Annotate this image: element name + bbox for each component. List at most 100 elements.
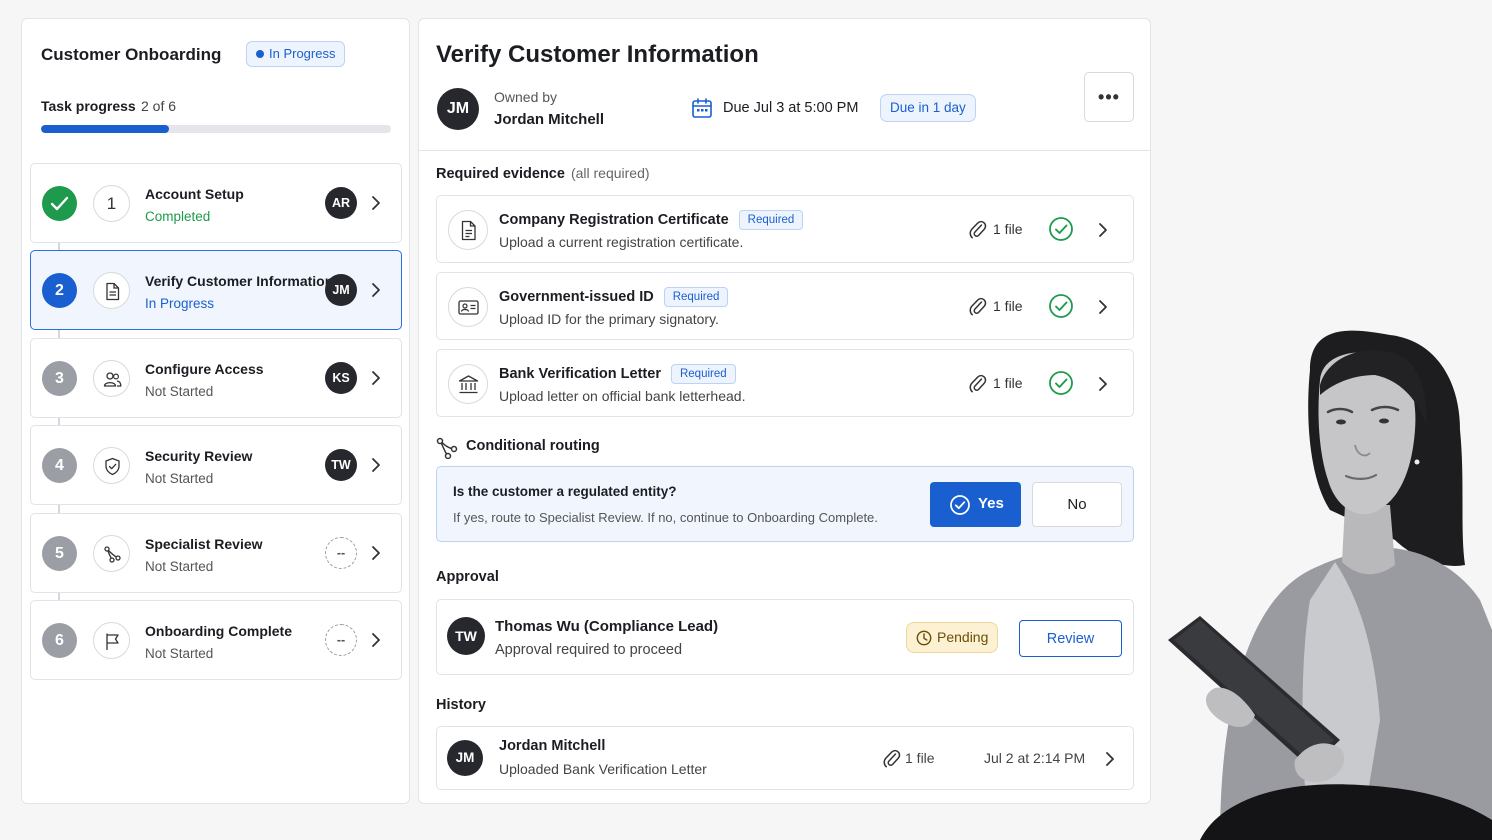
step-specialist-review[interactable]: 5 Specialist Review Not Started --	[30, 513, 402, 593]
evidence-item-government-id[interactable]: Government-issued ID Required Upload ID f…	[436, 272, 1134, 340]
step-number-badge: 1	[93, 185, 130, 222]
history-action: Uploaded Bank Verification Letter	[499, 761, 707, 777]
step-title: Account Setup	[145, 186, 244, 202]
evidence-item-bank-verification-letter[interactable]: Bank Verification Letter Required Upload …	[436, 349, 1134, 417]
flag-icon	[93, 622, 130, 659]
history-entry[interactable]: JM Jordan Mitchell Uploaded Bank Verific…	[436, 726, 1134, 790]
yes-button[interactable]: Yes	[930, 482, 1021, 527]
routing-question-card: Is the customer a regulated entity? If y…	[436, 466, 1134, 542]
step-verify-customer-information[interactable]: 2 Verify Customer Information In Progres…	[30, 250, 402, 330]
section-title: Required evidence	[436, 166, 565, 182]
evidence-description: Upload a current registration certificat…	[499, 234, 744, 250]
step-title: Onboarding Complete	[145, 623, 292, 639]
required-badge: Required	[738, 210, 804, 230]
step-security-review[interactable]: 4 Security Review Not Started TW	[30, 425, 402, 505]
step-configure-access[interactable]: 3 Configure Access Not Started KS	[30, 338, 402, 418]
chevron-right-icon	[372, 283, 380, 297]
paperclip-icon	[969, 374, 987, 393]
check-circle-icon	[1049, 371, 1073, 395]
review-button[interactable]: Review	[1019, 620, 1122, 657]
step-number-badge: 3	[42, 361, 77, 396]
step-title: Verify Customer Information	[145, 273, 334, 289]
more-options-button[interactable]: •••	[1084, 72, 1134, 122]
calendar-icon	[692, 98, 712, 118]
paperclip-icon	[883, 749, 901, 768]
step-assignee-avatar: AR	[325, 187, 357, 219]
history-avatar: JM	[447, 740, 483, 776]
step-title: Configure Access	[145, 361, 264, 377]
step-number-badge: 2	[42, 273, 77, 308]
step-complete-check-icon	[42, 186, 77, 221]
due-date: Due Jul 3 at 5:00 PM	[723, 100, 859, 116]
chevron-right-icon	[1099, 377, 1107, 391]
approver-avatar: TW	[447, 617, 485, 655]
chevron-right-icon	[1099, 223, 1107, 237]
chevron-right-icon	[372, 196, 380, 210]
branch-icon	[93, 535, 130, 572]
file-count: 1 file	[993, 298, 1023, 314]
step-unassigned-avatar[interactable]: --	[325, 537, 357, 569]
paperclip-icon	[969, 297, 987, 316]
check-circle-icon	[1049, 294, 1073, 318]
yes-label: Yes	[978, 495, 1004, 512]
step-number-badge: 6	[42, 623, 77, 658]
owner-name: Jordan Mitchell	[494, 111, 605, 128]
header-divider	[419, 150, 1150, 151]
check-circle-icon	[1049, 217, 1073, 241]
approval-card: TW Thomas Wu (Compliance Lead) Approval …	[436, 599, 1134, 675]
task-sidebar: Customer Onboarding In Progress Task pro…	[21, 18, 410, 804]
evidence-title-text: Government-issued ID	[499, 289, 654, 305]
id-card-icon	[448, 287, 488, 327]
evidence-item-registration-certificate[interactable]: Company Registration Certificate Required…	[436, 195, 1134, 263]
routing-help-text: If yes, route to Specialist Review. If n…	[453, 510, 878, 525]
evidence-description: Upload ID for the primary signatory.	[499, 311, 719, 327]
chevron-right-icon	[372, 633, 380, 647]
step-unassigned-avatar[interactable]: --	[325, 624, 357, 656]
step-status: Completed	[145, 209, 211, 224]
users-icon	[93, 360, 130, 397]
document-icon	[93, 272, 130, 309]
task-progress-fill	[41, 125, 170, 133]
chevron-right-icon	[372, 458, 380, 472]
step-assignee-avatar: TW	[325, 449, 357, 481]
step-status: Not Started	[145, 559, 214, 574]
workflow-title: Customer Onboarding	[41, 45, 222, 64]
step-number-badge: 5	[42, 536, 77, 571]
step-assignee-avatar: JM	[325, 274, 357, 306]
chevron-right-icon	[1106, 752, 1114, 766]
check-circle-icon	[950, 495, 970, 515]
person-with-tablet-photo	[1168, 330, 1492, 840]
evidence-title: Bank Verification Letter Required	[499, 364, 736, 384]
workflow-status-badge: In Progress	[246, 41, 346, 67]
task-progress-label: Task progress	[41, 98, 136, 114]
chevron-right-icon	[372, 546, 380, 560]
pending-label: Pending	[937, 629, 989, 645]
step-assignee-avatar: KS	[325, 362, 357, 394]
file-count: 1 file	[993, 221, 1023, 237]
routing-branch-icon	[436, 437, 458, 459]
step-number-badge: 4	[42, 448, 77, 483]
owned-by-label: Owned by	[494, 89, 558, 105]
step-status: Not Started	[145, 384, 214, 399]
approval-description: Approval required to proceed	[495, 642, 683, 658]
task-progress-bar	[41, 125, 391, 133]
approval-heading: Approval	[436, 569, 499, 585]
evidence-title-text: Company Registration Certificate	[499, 212, 729, 228]
evidence-title: Company Registration Certificate Required	[499, 210, 804, 230]
step-onboarding-complete[interactable]: 6 Onboarding Complete Not Started --	[30, 600, 402, 680]
no-button[interactable]: No	[1032, 482, 1122, 527]
task-progress-count: 2 of 6	[141, 98, 177, 114]
task-title: Verify Customer Information	[436, 41, 759, 68]
step-status: Not Started	[145, 646, 214, 661]
file-count: 1 file	[993, 375, 1023, 391]
owner-avatar: JM	[437, 88, 479, 130]
step-account-setup[interactable]: 1 Account Setup Completed AR	[30, 163, 402, 243]
history-timestamp: Jul 2 at 2:14 PM	[984, 750, 1086, 766]
section-subtitle: (all required)	[570, 165, 650, 181]
evidence-title: Government-issued ID Required	[499, 287, 729, 307]
document-icon	[448, 210, 488, 250]
clock-icon	[916, 630, 932, 646]
approver-name: Thomas Wu (Compliance Lead)	[495, 618, 719, 635]
required-badge: Required	[663, 287, 729, 307]
step-status: Not Started	[145, 471, 214, 486]
